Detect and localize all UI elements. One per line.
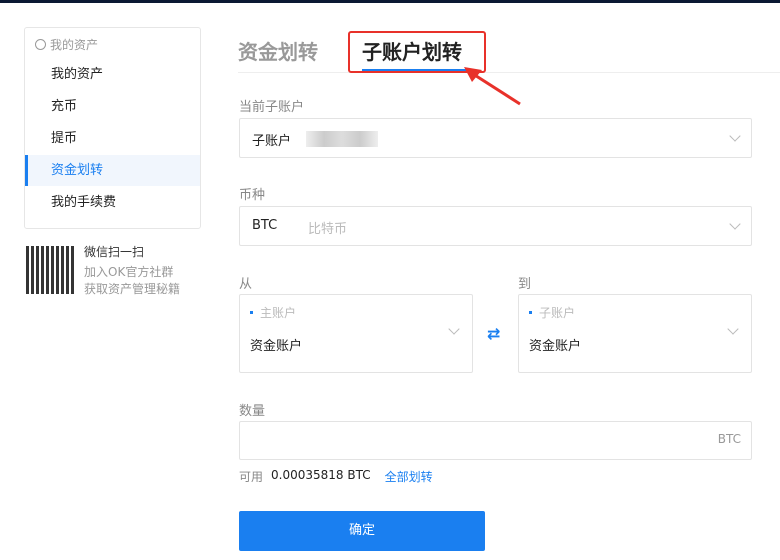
sidebar-item-transfer[interactable]: 资金划转 <box>25 155 200 186</box>
promo-title: 微信扫一扫 <box>84 245 145 259</box>
from-label: 从 <box>239 277 253 292</box>
blurred-account-id <box>306 131 378 147</box>
coin-label: 币种 <box>239 188 266 203</box>
bullet-icon <box>250 311 253 314</box>
coin-select[interactable]: BTC 比特币 <box>239 206 752 246</box>
to-label: 到 <box>518 277 532 292</box>
amount-input[interactable]: BTC <box>239 421 752 460</box>
tab-fund-transfer[interactable]: 资金划转 <box>238 36 318 65</box>
promo-line: 加入OK官方社群 <box>84 265 174 279</box>
available-balance: 可用 0.00035818 BTC 全部划转 <box>239 468 433 485</box>
confirm-button[interactable]: 确定 <box>239 511 485 551</box>
from-account-select[interactable]: 主账户 资金账户 <box>239 294 473 373</box>
promo-line: 获取资产管理秘籍 <box>84 282 181 296</box>
sidebar-item-fees[interactable]: 我的手续费 <box>25 187 200 218</box>
sub-account-label: 当前子账户 <box>239 100 305 115</box>
sidebar: 我的资产 我的资产 充币 提币 资金划转 我的手续费 <box>24 27 201 229</box>
qr-code <box>26 246 74 294</box>
to-account-select[interactable]: 子账户 资金账户 <box>518 294 752 373</box>
amount-label: 数量 <box>239 404 266 419</box>
annotation-arrow-icon <box>464 67 521 106</box>
amount-unit: BTC <box>717 432 741 446</box>
chevron-down-icon <box>729 130 741 142</box>
bullet-icon <box>529 311 532 314</box>
sidebar-item-withdraw[interactable]: 提币 <box>25 123 200 154</box>
swap-icon[interactable]: ⇄ <box>487 324 500 343</box>
sidebar-item-my-assets[interactable]: 我的资产 <box>25 59 200 90</box>
top-nav-bar <box>0 0 780 3</box>
sub-account-select[interactable]: 子账户 <box>239 118 752 158</box>
chevron-down-icon <box>729 218 741 230</box>
transfer-all-link[interactable]: 全部划转 <box>385 468 433 485</box>
sidebar-item-deposit[interactable]: 充币 <box>25 91 200 122</box>
pie-chart-icon <box>35 39 46 50</box>
chevron-down-icon <box>727 323 739 335</box>
sidebar-header: 我的资产 <box>35 36 98 53</box>
chevron-down-icon <box>448 323 460 335</box>
